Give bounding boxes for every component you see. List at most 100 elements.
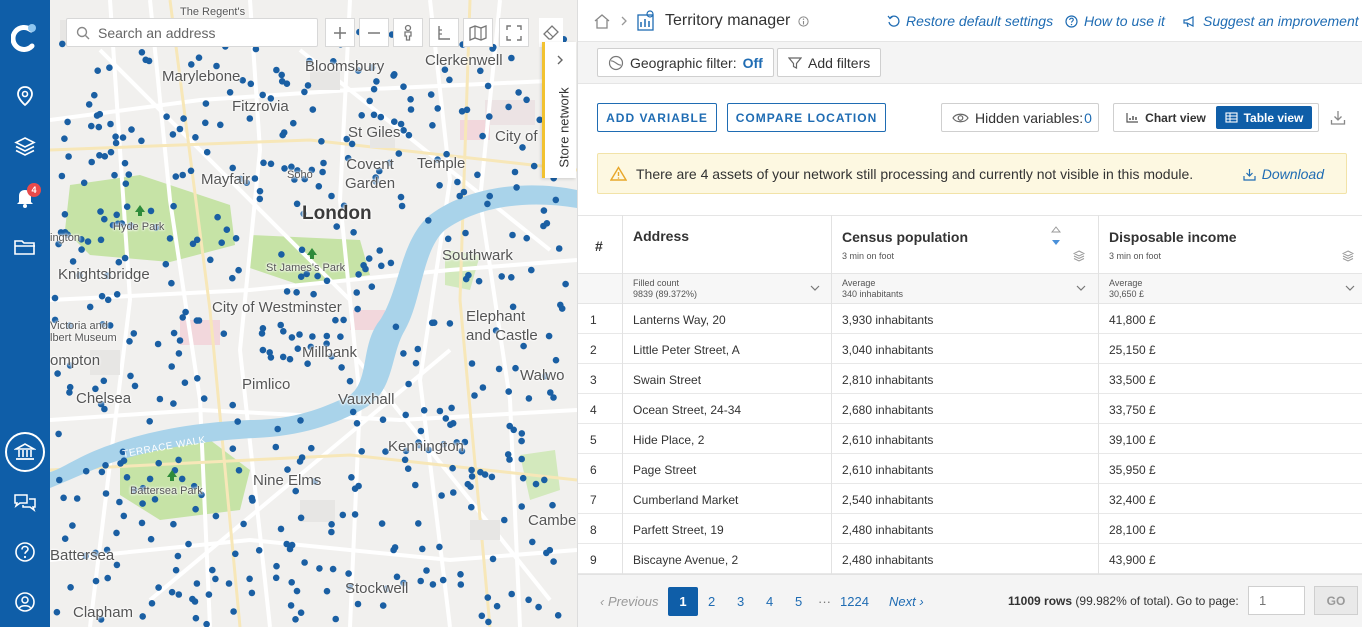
territory-manager-icon: [637, 10, 654, 31]
measure-button[interactable]: [429, 18, 459, 47]
table-row[interactable]: 1 Lanterns Way, 20 3,930 inhabitants 41,800…: [578, 304, 1362, 334]
page-3-button[interactable]: 3: [737, 594, 744, 609]
map-style-button[interactable]: [463, 18, 493, 47]
store-marker: [175, 591, 183, 598]
store-marker: [417, 427, 425, 435]
store-marker: [121, 254, 129, 262]
layers-icon[interactable]: [0, 129, 50, 163]
col-header-income[interactable]: Disposable income: [1109, 229, 1237, 245]
logo-icon[interactable]: [0, 18, 50, 58]
layers-small-icon[interactable]: [1073, 250, 1085, 262]
table-row[interactable]: 8 Parfett Street, 19 2,480 inhabitants 28,1…: [578, 514, 1362, 544]
page-1-button[interactable]: 1: [668, 587, 698, 616]
goto-page-input[interactable]: [1248, 586, 1305, 615]
location-pin-icon[interactable]: [0, 79, 50, 113]
fullscreen-button[interactable]: [499, 18, 529, 47]
row-population: 3,930 inhabitants: [842, 313, 934, 327]
zoom-out-button[interactable]: [359, 18, 389, 47]
export-download-icon[interactable]: [1330, 110, 1346, 126]
store-marker: [340, 316, 347, 324]
store-marker: [60, 494, 67, 502]
table-row[interactable]: 5 Hide Place, 2 2,610 inhabitants 39,100 £: [578, 424, 1362, 454]
add-variable-button[interactable]: ADD VARIABLE: [597, 103, 717, 132]
store-network-tab[interactable]: Store network: [542, 42, 576, 178]
zoom-in-button[interactable]: [325, 18, 355, 47]
table-row[interactable]: 9 Biscayne Avenue, 2 2,480 inhabitants 43,9…: [578, 544, 1362, 574]
map-canvas[interactable]: The Regent's Bloomsbury Clerkenwell Mary…: [50, 0, 577, 627]
chevron-down-icon[interactable]: [1076, 285, 1086, 292]
map-label: Marylebone: [162, 68, 241, 85]
store-marker: [121, 159, 129, 167]
page-2-button[interactable]: 2: [708, 594, 715, 609]
restore-default-link[interactable]: Restore default settings: [887, 13, 1053, 29]
store-marker: [370, 85, 378, 93]
store-marker: [192, 614, 200, 622]
store-marker: [107, 148, 115, 156]
sort-icon[interactable]: [1051, 225, 1061, 247]
address-search-input[interactable]: [98, 24, 308, 41]
stat-label-income: Average: [1109, 278, 1143, 288]
suggest-improvement-link[interactable]: Suggest an improvement: [1182, 13, 1359, 29]
add-filters-button[interactable]: Add filters: [777, 48, 882, 77]
table-row[interactable]: 6 Page Street 2,610 inhabitants 35,950 £: [578, 454, 1362, 484]
store-marker: [288, 541, 296, 549]
store-marker: [98, 292, 106, 300]
store-marker: [479, 384, 487, 391]
table-view-button[interactable]: Table view: [1216, 106, 1312, 129]
row-index: 5: [590, 433, 597, 447]
map-label: City of Westminster: [212, 299, 342, 316]
map-label: Chelsea: [76, 390, 132, 407]
row-address: Hide Place, 2: [633, 433, 705, 447]
store-marker: [323, 332, 331, 340]
street-view-button[interactable]: [393, 18, 423, 47]
info-icon[interactable]: [798, 16, 809, 27]
next-page-button[interactable]: Next ›: [889, 594, 924, 609]
store-marker: [350, 229, 357, 236]
store-marker: [56, 476, 63, 484]
folder-icon[interactable]: [0, 230, 50, 264]
how-to-use-link[interactable]: How to use it: [1065, 13, 1165, 29]
geographic-filter-button[interactable]: Geographic filter: Off: [597, 48, 774, 77]
layers-small-icon[interactable]: [1342, 250, 1354, 262]
chat-icon[interactable]: [0, 485, 50, 519]
store-marker: [91, 91, 98, 99]
hidden-variables-button[interactable]: Hidden variables: 0: [941, 103, 1099, 132]
chevron-right-icon: [557, 55, 563, 65]
row-income: 32,400 £: [1109, 493, 1156, 507]
map-label: The Regent's: [180, 6, 246, 18]
chevron-down-icon[interactable]: [810, 285, 820, 292]
store-marker: [92, 577, 100, 585]
table-row[interactable]: 3 Swain Street 2,810 inhabitants 33,500 £: [578, 364, 1362, 394]
store-marker: [540, 207, 548, 214]
table-row[interactable]: 2 Little Peter Street, A 3,040 inhabitants…: [578, 334, 1362, 364]
store-marker: [278, 78, 286, 85]
hidden-variables-label: Hidden variables:: [975, 109, 1084, 126]
chart-view-button[interactable]: Chart view: [1116, 106, 1216, 129]
bank-icon[interactable]: [0, 435, 50, 469]
store-marker: [104, 574, 111, 582]
store-marker: [272, 574, 280, 582]
store-marker: [298, 454, 306, 461]
user-icon[interactable]: [0, 585, 50, 619]
download-label: Download: [1261, 166, 1324, 182]
table-row[interactable]: 7 Cumberland Market 2,540 inhabitants 32,40…: [578, 484, 1362, 514]
table-row[interactable]: 4 Ocean Street, 24-34 2,680 inhabitants 33,…: [578, 394, 1362, 424]
go-button[interactable]: GO: [1314, 586, 1358, 615]
previous-page-button[interactable]: ‹ Previous: [600, 594, 659, 609]
col-header-address[interactable]: Address: [633, 228, 689, 244]
help-icon[interactable]: [0, 535, 50, 569]
bell-icon[interactable]: [0, 180, 50, 214]
page-last-button[interactable]: 1224: [840, 594, 869, 609]
chevron-down-icon[interactable]: [1345, 285, 1355, 292]
store-marker: [401, 456, 409, 464]
col-header-population[interactable]: Census population: [842, 229, 968, 245]
page-5-button[interactable]: 5: [795, 594, 802, 609]
home-icon[interactable]: [594, 14, 610, 29]
store-marker: [58, 172, 66, 180]
store-marker: [212, 575, 219, 583]
map-search-box[interactable]: [66, 18, 318, 47]
page-4-button[interactable]: 4: [766, 594, 773, 609]
download-link[interactable]: Download: [1243, 166, 1324, 182]
store-marker: [259, 346, 267, 354]
compare-location-button[interactable]: COMPARE LOCATION: [727, 103, 886, 132]
